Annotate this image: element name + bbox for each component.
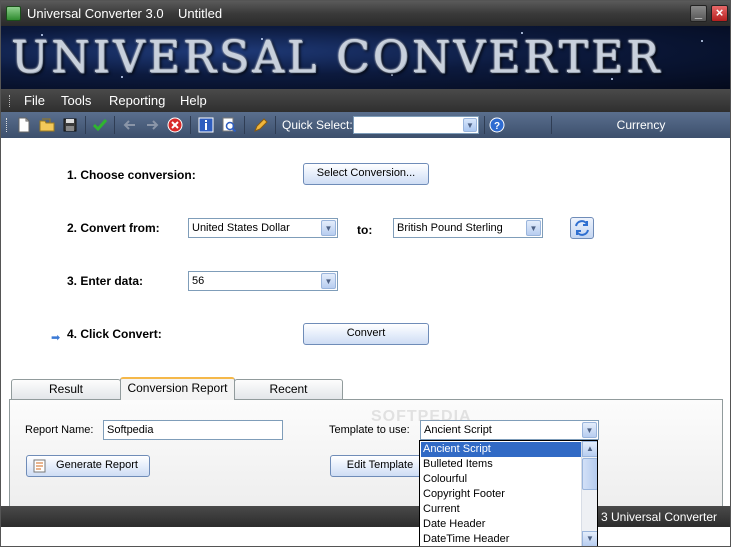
toolbar-grip: [6, 118, 9, 132]
close-button[interactable]: ×: [711, 5, 728, 22]
watermark-text: SOFTPEDIA: [371, 408, 472, 425]
toolbar: Quick Select: ▼ ? Currency: [1, 112, 730, 138]
toolbar-separator: [114, 116, 115, 134]
dropdown-scrollbar[interactable]: ▲ ▼: [581, 441, 597, 546]
save-icon[interactable]: [61, 116, 79, 134]
toolbar-separator: [190, 116, 191, 134]
template-option-colourful[interactable]: Colourful: [421, 472, 582, 487]
tab-conversion-report[interactable]: Conversion Report: [120, 377, 235, 400]
chevron-down-icon[interactable]: ▼: [463, 118, 477, 132]
to-unit-value: British Pound Sterling: [397, 222, 503, 234]
help-icon[interactable]: ?: [488, 116, 506, 134]
data-input[interactable]: 56 ▼: [188, 271, 338, 291]
scroll-down-icon[interactable]: ▼: [582, 531, 597, 546]
banner-title: UNIVERSAL CONVERTER: [11, 34, 663, 82]
chevron-down-icon[interactable]: ▼: [321, 220, 336, 236]
convert-from-label: 2. Convert from:: [67, 221, 160, 235]
tab-result[interactable]: Result: [11, 379, 121, 399]
current-step-arrow-icon: ➡: [51, 332, 61, 344]
app-banner: UNIVERSAL CONVERTER: [1, 26, 730, 89]
quick-select-label: Quick Select:: [282, 118, 353, 132]
chevron-down-icon[interactable]: ▼: [582, 422, 597, 438]
bottom-area: [1, 527, 730, 546]
from-unit-select[interactable]: United States Dollar ▼: [188, 218, 338, 238]
conversion-report-panel: Report Name: Softpedia Template to use: …: [9, 399, 723, 507]
click-convert-label: 4. Click Convert:: [67, 327, 162, 341]
window-title: Universal Converter 3.0 Untitled: [27, 6, 223, 21]
scroll-up-icon[interactable]: ▲: [582, 441, 597, 457]
cancel-icon[interactable]: [166, 116, 184, 134]
report-name-label: Report Name:: [25, 424, 94, 436]
menu-grip: [9, 95, 12, 107]
report-name-input[interactable]: Softpedia: [103, 420, 283, 440]
toolbar-separator: [85, 116, 86, 134]
template-option-bulleted-items[interactable]: Bulleted Items: [421, 457, 582, 472]
swap-units-button[interactable]: [570, 217, 594, 239]
back-arrow-icon[interactable]: [121, 116, 139, 134]
toolbar-separator: [551, 116, 552, 134]
tab-recent-conversions[interactable]: Recent Conversions: [234, 379, 343, 414]
toolbar-separator: [275, 116, 276, 134]
menu-tools[interactable]: Tools: [61, 93, 91, 108]
chevron-down-icon[interactable]: ▼: [526, 220, 541, 236]
title-bar[interactable]: Universal Converter 3.0 Untitled _ ×: [1, 1, 730, 26]
generate-report-label: Generate Report: [56, 459, 138, 471]
select-conversion-button[interactable]: Select Conversion...: [303, 163, 429, 185]
toolbar-separator: [244, 116, 245, 134]
app-icon: [6, 6, 21, 21]
to-label: to:: [357, 223, 373, 237]
generate-report-button[interactable]: Generate Report: [26, 455, 150, 477]
menu-file[interactable]: File: [24, 93, 45, 108]
scrollbar-thumb[interactable]: [582, 458, 597, 490]
check-icon[interactable]: [91, 116, 109, 134]
menu-bar: File Tools Reporting Help: [1, 89, 730, 112]
data-input-value: 56: [192, 275, 205, 287]
new-document-icon[interactable]: [15, 116, 33, 134]
main-content: 1. Choose conversion: Select Conversion.…: [1, 138, 730, 507]
menu-help[interactable]: Help: [180, 93, 207, 108]
swap-icon: [575, 220, 589, 236]
chevron-down-icon[interactable]: ▼: [321, 273, 336, 289]
app-window: Universal Converter 3.0 Untitled _ × UNI…: [0, 0, 731, 547]
to-unit-select[interactable]: British Pound Sterling ▼: [393, 218, 543, 238]
template-dropdown-list[interactable]: Ancient Script Bulleted Items Colourful …: [419, 440, 598, 546]
svg-text:?: ?: [494, 121, 500, 132]
enter-data-label: 3. Enter data:: [67, 274, 144, 288]
open-folder-icon[interactable]: [38, 116, 56, 134]
toolbar-separator: [484, 116, 485, 134]
find-icon[interactable]: [220, 116, 238, 134]
minimize-button[interactable]: _: [690, 5, 707, 22]
edit-pencil-icon[interactable]: [252, 116, 270, 134]
template-option-ancient-script[interactable]: Ancient Script: [420, 441, 583, 458]
template-option-copyright-footer[interactable]: Copyright Footer: [421, 487, 582, 502]
choose-conversion-label: 1. Choose conversion:: [67, 168, 196, 182]
forward-arrow-icon[interactable]: [143, 116, 161, 134]
info-icon[interactable]: [197, 116, 215, 134]
status-bar: 3 Universal Converter: [1, 506, 730, 527]
convert-button[interactable]: Convert: [303, 323, 429, 345]
template-option-current[interactable]: Current: [421, 502, 582, 517]
edit-template-button[interactable]: Edit Template: [330, 455, 430, 477]
conversion-mode-label: Currency: [616, 118, 666, 132]
from-unit-value: United States Dollar: [192, 222, 290, 234]
template-option-datetime-header[interactable]: DateTime Header: [421, 532, 582, 546]
menu-reporting[interactable]: Reporting: [109, 93, 165, 108]
template-option-date-header[interactable]: Date Header: [421, 517, 582, 532]
report-icon: [33, 459, 46, 473]
quick-select-dropdown[interactable]: ▼: [353, 116, 479, 134]
status-text: 3 Universal Converter: [601, 510, 718, 524]
